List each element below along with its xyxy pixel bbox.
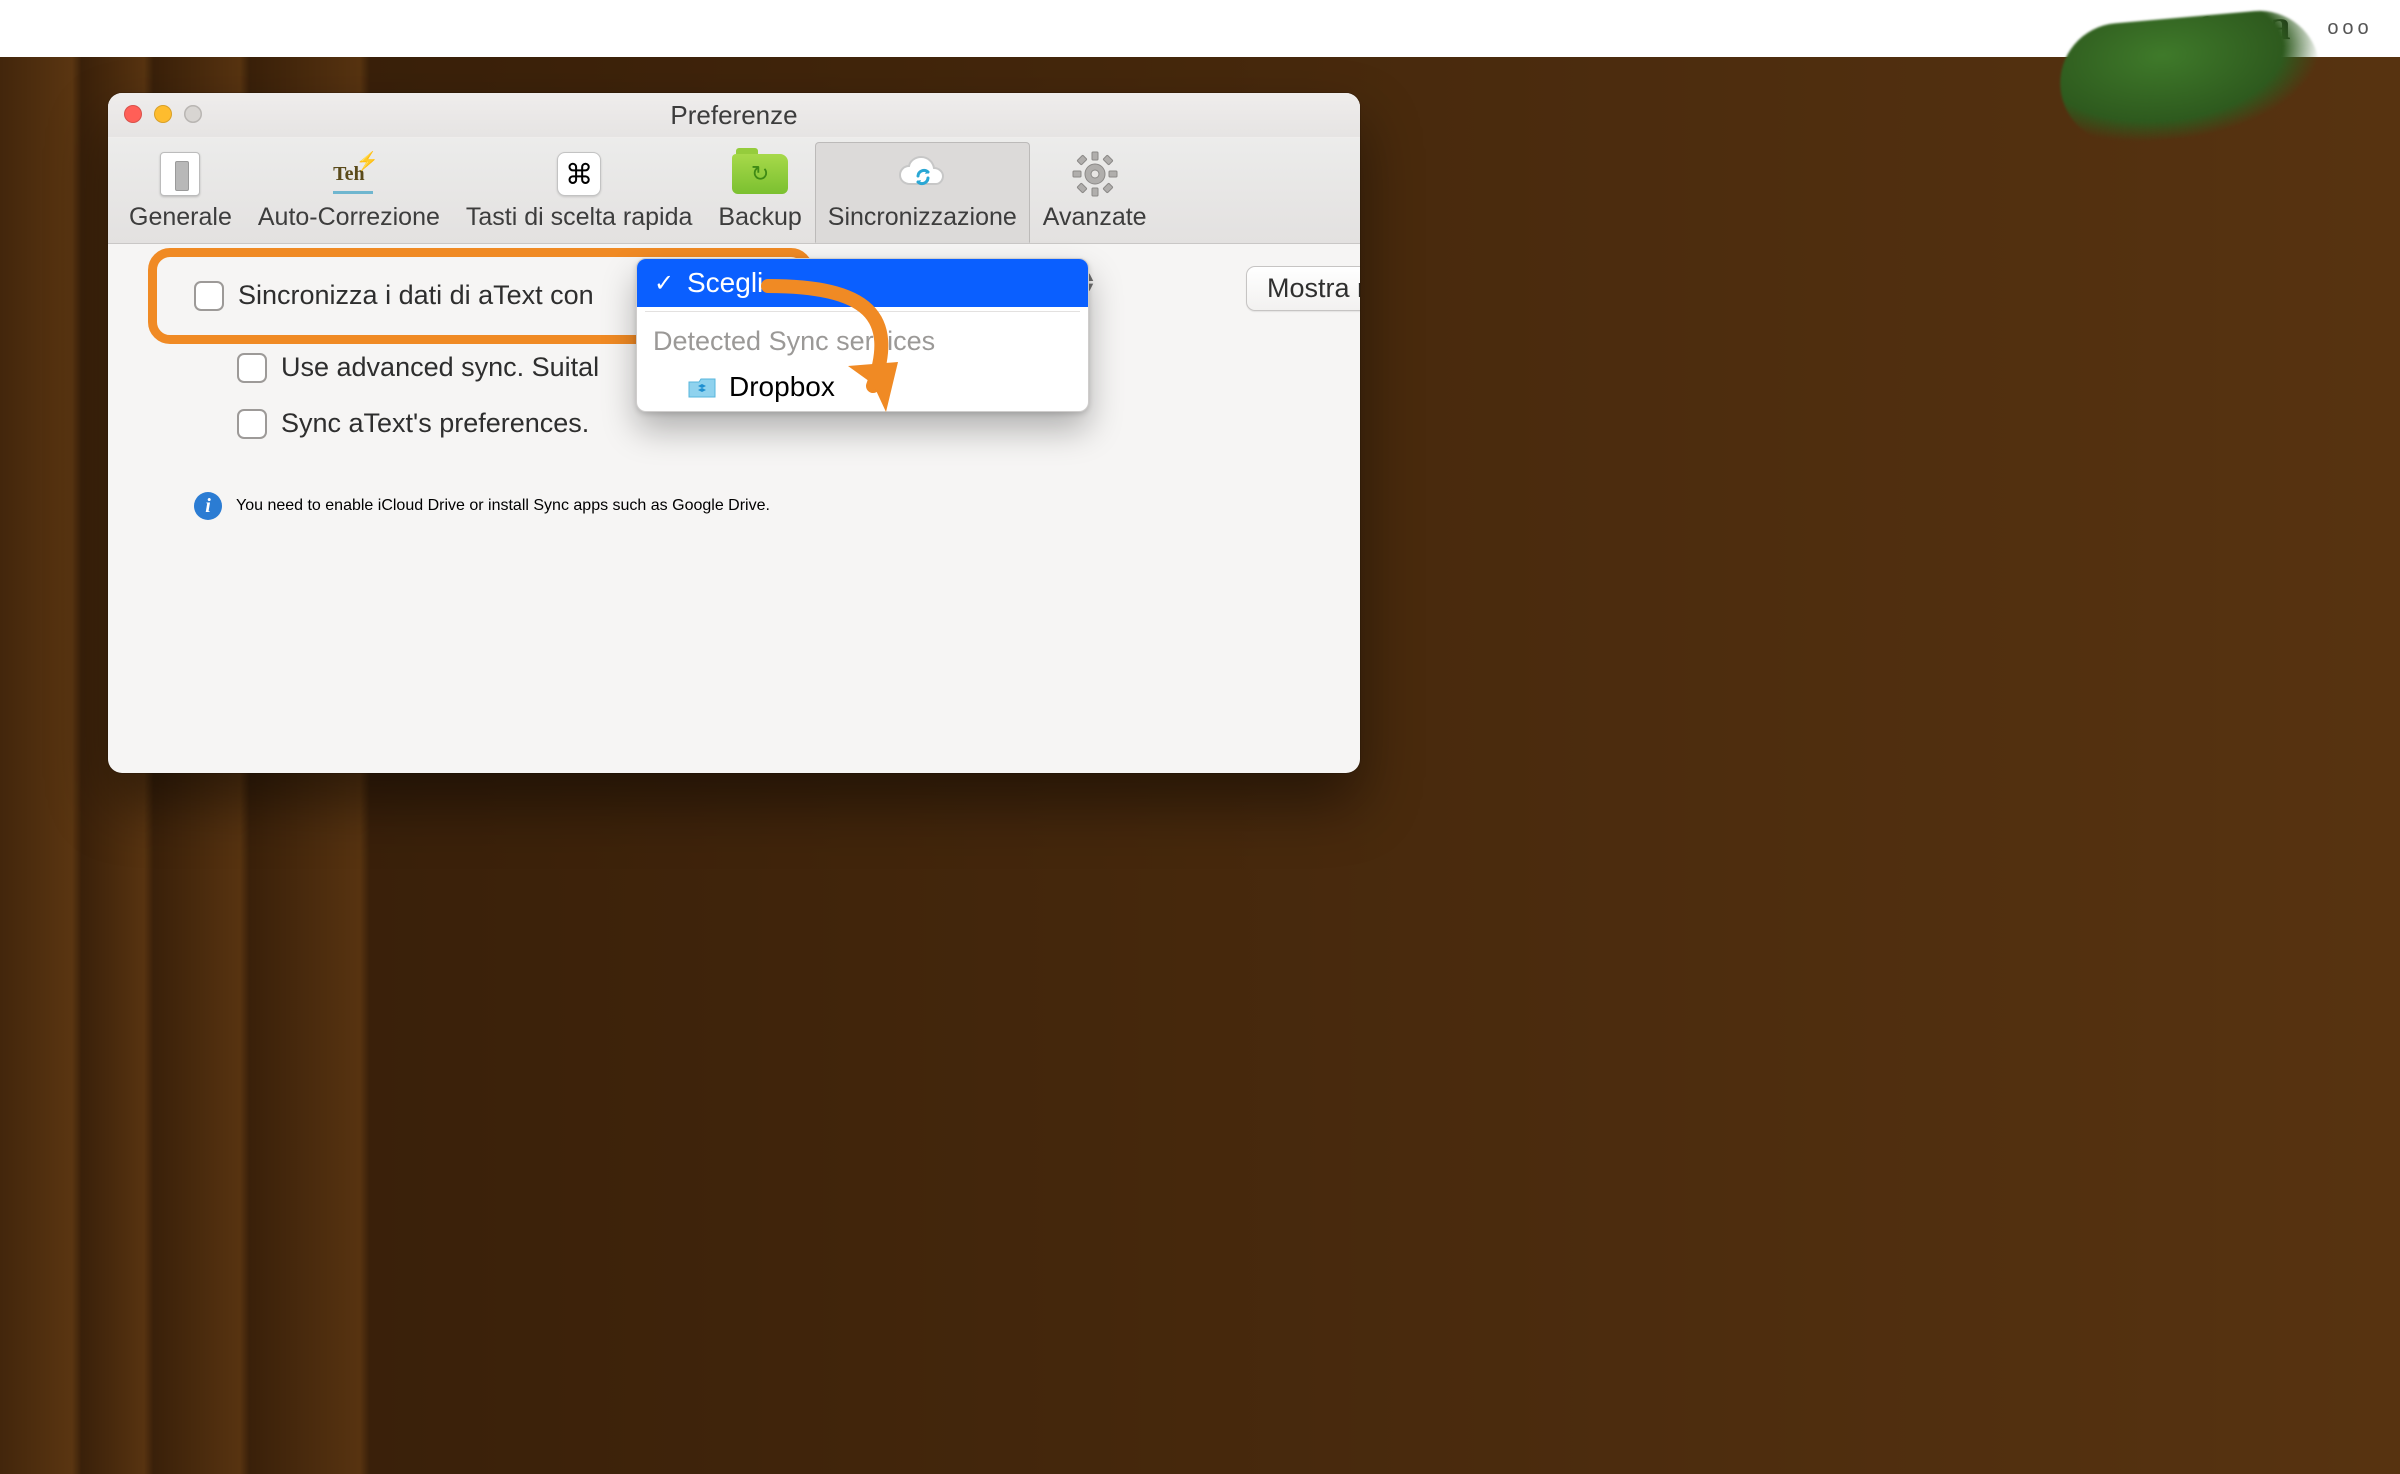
dropdown-option-label: Scegli…: [687, 267, 791, 299]
info-text: You need to enable iCloud Drive or insta…: [236, 497, 770, 515]
close-window-button[interactable]: [124, 105, 142, 123]
advanced-sync-row: Use advanced sync. Suital: [237, 348, 599, 387]
dropbox-folder-icon: [687, 374, 717, 400]
preferences-toolbar: Generale Teh Auto-Correzione ⌘ Tasti di …: [108, 138, 1360, 244]
sync-prefs-checkbox[interactable]: [237, 409, 267, 439]
dropdown-option-dropbox[interactable]: Dropbox: [637, 363, 1088, 411]
switch-icon: [160, 152, 200, 196]
toolbar-tab-auto-correzione[interactable]: Teh Auto-Correzione: [245, 142, 453, 243]
info-row: i You need to enable iCloud Drive or ins…: [194, 492, 770, 520]
minimize-window-button[interactable]: [154, 105, 172, 123]
sync-prefs-label: Sync aText's preferences.: [281, 408, 589, 439]
toolbar-tab-sincronizzazione[interactable]: Sincronizzazione: [815, 142, 1030, 243]
toolbar-tab-tasti-scelta-rapida[interactable]: ⌘ Tasti di scelta rapida: [453, 142, 706, 243]
window-titlebar[interactable]: Preferenze: [108, 93, 1360, 138]
sync-data-checkbox[interactable]: [194, 281, 224, 311]
toolbar-tab-label: Tasti di scelta rapida: [466, 203, 693, 232]
zoom-window-button[interactable]: [184, 105, 202, 123]
toolbar-tab-backup[interactable]: ↻ Backup: [705, 142, 814, 243]
sync-data-row: Sincronizza i dati di aText con: [194, 276, 594, 315]
advanced-sync-checkbox[interactable]: [237, 353, 267, 383]
toolbar-tab-label: Generale: [129, 203, 232, 232]
dropdown-option-label: Dropbox: [729, 371, 835, 403]
window-title: Preferenze: [670, 100, 797, 131]
more-icon[interactable]: ooo: [2330, 9, 2370, 49]
window-traffic-lights: [124, 105, 202, 123]
toolbar-tab-label: Backup: [718, 203, 801, 232]
gear-icon: [1067, 150, 1123, 198]
command-key-icon: ⌘: [557, 152, 601, 196]
advanced-sync-label: Use advanced sync. Suital: [281, 352, 599, 383]
sync-service-dropdown: ✓ Scegli… Detected Sync services Dropbox: [636, 258, 1089, 412]
show-in-finder-button[interactable]: Mostra nel Finder: [1246, 266, 1360, 311]
sync-prefs-row: Sync aText's preferences.: [237, 404, 589, 443]
dropdown-section-header: Detected Sync services: [637, 316, 1088, 363]
sync-data-label: Sincronizza i dati di aText con: [238, 280, 594, 311]
toolbar-tab-label: Avanzate: [1043, 203, 1147, 232]
toolbar-tab-label: Sincronizzazione: [828, 203, 1017, 232]
toolbar-tab-generale[interactable]: Generale: [116, 142, 245, 243]
checkmark-icon: ✓: [653, 269, 675, 298]
toolbar-tab-label: Auto-Correzione: [258, 203, 440, 232]
cloud-sync-icon: [894, 154, 950, 194]
preferences-window: Preferenze Generale Teh Auto-Correzione …: [108, 93, 1360, 773]
info-icon: i: [194, 492, 222, 520]
toolbar-tab-avanzate[interactable]: Avanzate: [1030, 142, 1160, 243]
menu-separator: [645, 311, 1080, 312]
page-top-toolbar: a ooo: [0, 0, 2400, 57]
sync-preferences-pane: Sincronizza i dati di aText con Use adva…: [108, 244, 1360, 749]
dropdown-option-scegli[interactable]: ✓ Scegli…: [637, 259, 1088, 307]
backup-folder-icon: ↻: [732, 154, 788, 194]
autocorrect-icon: Teh: [333, 163, 365, 186]
